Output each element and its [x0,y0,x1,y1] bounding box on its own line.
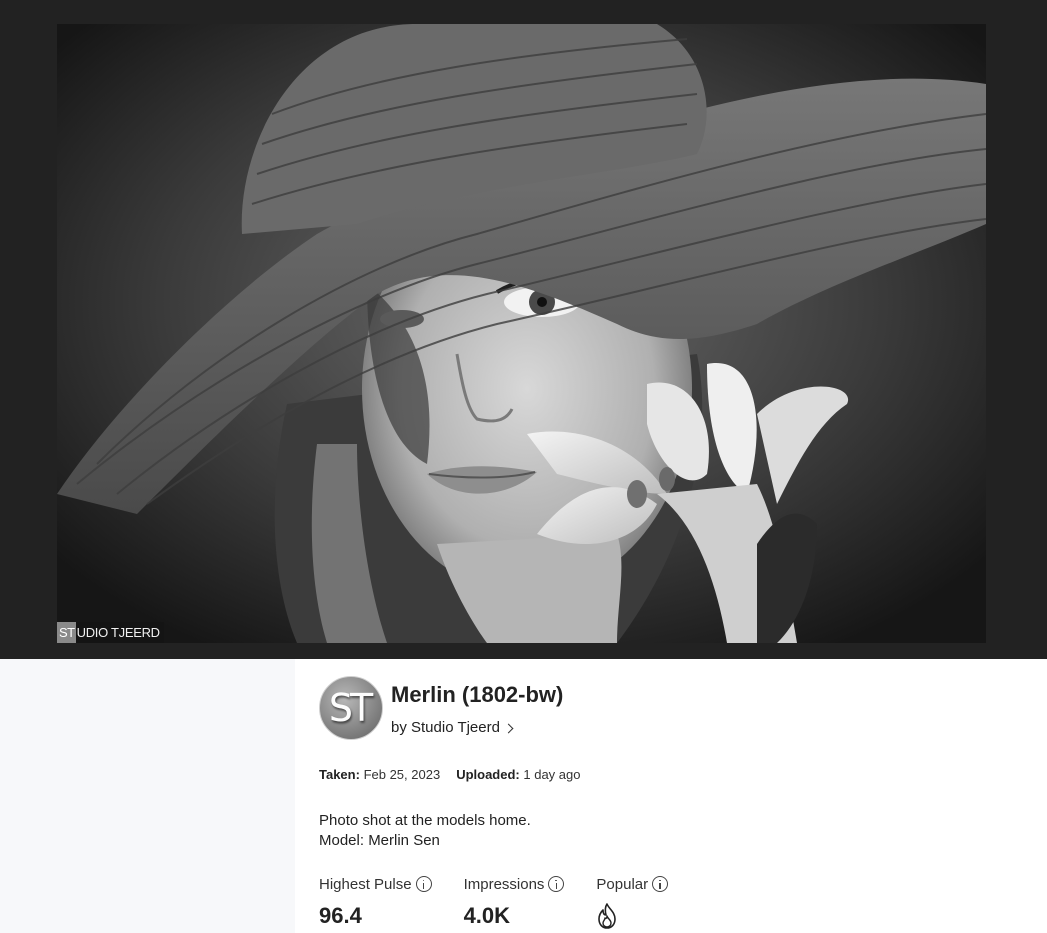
watermark-box: ST [57,622,76,643]
left-pane [0,659,295,933]
flame-icon [596,902,668,930]
photo-viewer: ST UDIO TJEERD [0,0,1047,659]
uploaded-label: Uploaded: [456,767,520,782]
taken-label: Taken: [319,767,360,782]
photo-title: Merlin (1802-bw) [391,682,564,707]
studio-watermark: ST UDIO TJEERD [57,622,164,643]
info-icon[interactable] [548,876,565,892]
impressions-label: Impressions [463,875,545,893]
chevron-right-icon [503,723,514,733]
stat-highest-pulse: Highest Pulse 96.4 [319,874,432,930]
uploaded-value: 1 day ago [523,767,581,782]
avatar-initials: ST [328,686,373,730]
highest-pulse-label: Highest Pulse [319,875,412,893]
photo-meta: Taken: Feb 25, 2023 Uploaded: 1 day ago [319,767,580,782]
main-photo[interactable]: ST UDIO TJEERD [57,24,986,643]
highest-pulse-value: 96.4 [319,903,362,928]
info-icon[interactable] [652,876,669,892]
photo-description: Photo shot at the models home. Model: Me… [319,811,531,851]
popular-label: Popular [596,875,649,893]
taken-value: Feb 25, 2023 [363,767,441,782]
description-line-2: Model: Merlin Sen [319,832,440,849]
description-line-1: Photo shot at the models home. [319,812,531,829]
impressions-value: 4.0K [463,903,511,928]
photo-info-panel: ST Merlin (1802-bw) by Studio Tjeerd Tak… [295,659,1047,933]
stat-impressions: Impressions 4.0K [464,874,565,930]
watermark-text: UDIO TJEERD [76,625,160,640]
stat-popular: Popular [596,874,669,930]
info-icon[interactable] [415,876,432,892]
photo-illustration [57,24,986,643]
avatar[interactable]: ST [319,676,383,740]
author-link[interactable]: by Studio Tjeerd [391,719,514,736]
uploaded-date: Uploaded: 1 day ago [456,767,580,782]
photo-stats: Highest Pulse 96.4 Impressions 4.0K Popu… [319,874,700,930]
author-name: by Studio Tjeerd [391,719,500,736]
taken-date: Taken: Feb 25, 2023 [319,767,440,782]
